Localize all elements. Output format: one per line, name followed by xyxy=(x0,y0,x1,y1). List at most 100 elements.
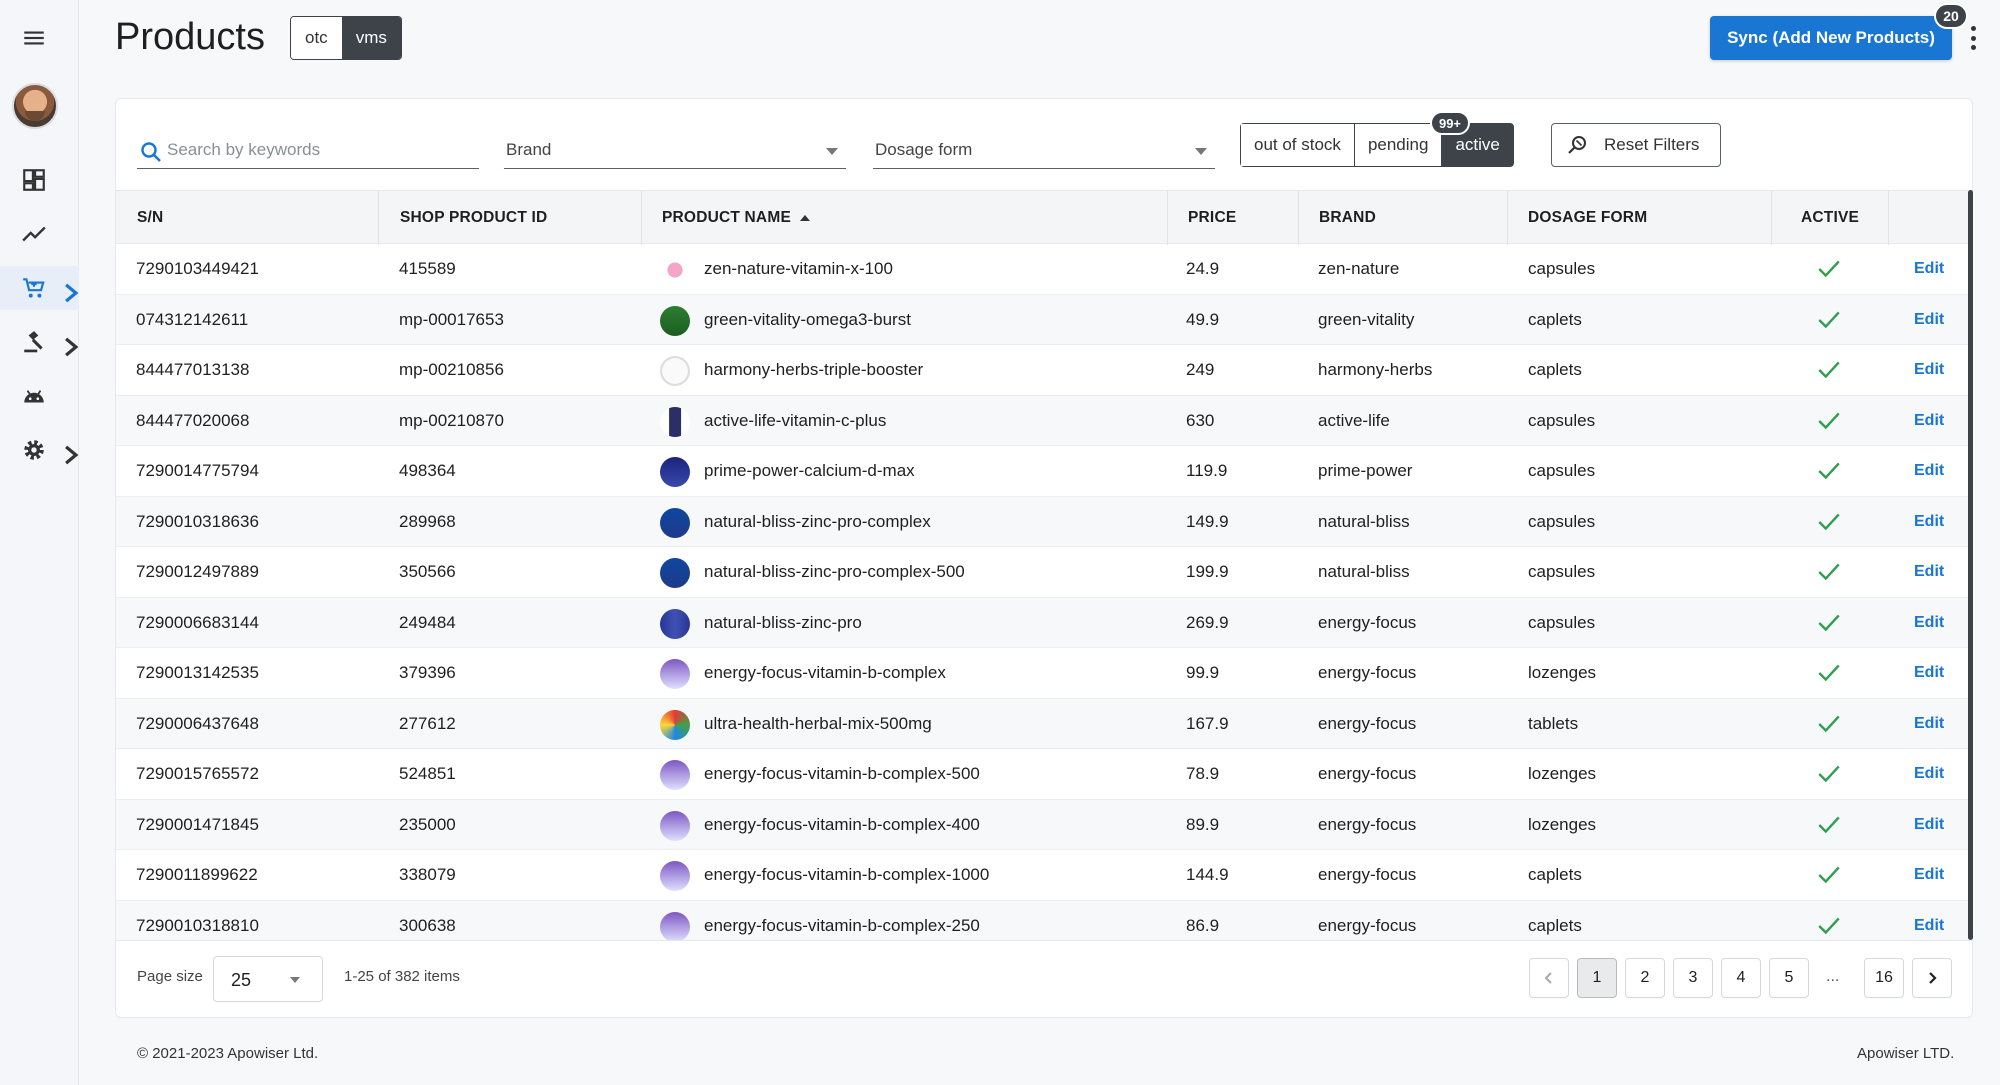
product-thumbnail xyxy=(660,507,690,538)
cell-sn: 7290014775794 xyxy=(136,461,259,480)
more-options-icon[interactable] xyxy=(1962,24,1984,52)
status-out-of-stock[interactable]: out of stock xyxy=(1241,124,1355,166)
table-scrollbar[interactable] xyxy=(1968,190,1973,940)
product-thumbnail xyxy=(660,356,690,386)
sidebar-item-android[interactable] xyxy=(0,374,79,418)
sidebar-item-analytics[interactable] xyxy=(0,212,79,256)
sync-button[interactable]: Sync (Add New Products) xyxy=(1710,16,1952,60)
brand-select[interactable]: Brand xyxy=(504,136,846,169)
table-row[interactable]: 7290015765572 524851 energy-focus-vitamin-… xyxy=(116,749,1968,800)
edit-link[interactable]: Edit xyxy=(1914,244,1944,294)
table-row[interactable]: 7290103449421 415589 zen-nature-vitamin-x-… xyxy=(116,244,1968,295)
cell-brand: prime-power xyxy=(1318,461,1413,480)
cell-brand: zen-nature xyxy=(1318,259,1400,278)
column-shop-product-id[interactable]: SHOP PRODUCT ID xyxy=(400,191,547,245)
sidebar-item-products[interactable] xyxy=(0,266,79,310)
active-check-icon xyxy=(1816,850,1842,900)
cell-dosage-form: caplets xyxy=(1528,865,1582,884)
prev-page-button[interactable] xyxy=(1529,958,1569,998)
page-5-button[interactable]: 5 xyxy=(1769,958,1809,998)
edit-link[interactable]: Edit xyxy=(1914,295,1944,345)
reset-filters-label: Reset Filters xyxy=(1604,135,1700,154)
cell-sn: 7290010318810 xyxy=(136,915,259,935)
edit-link[interactable]: Edit xyxy=(1914,699,1944,749)
column-active[interactable]: ACTIVE xyxy=(1801,191,1859,245)
table-row[interactable]: 7290010318810 300638 energy-focus-vitamin-… xyxy=(116,900,1968,941)
active-check-icon xyxy=(1816,244,1842,294)
edit-link[interactable]: Edit xyxy=(1914,648,1944,698)
cell-shop-product-id: 524851 xyxy=(399,764,456,783)
table-row[interactable]: 7290001471845 235000 energy-focus-vitamin-… xyxy=(116,799,1968,850)
table-row[interactable]: 7290006437648 277612 ultra-health-herbal-m… xyxy=(116,698,1968,749)
cell-product-name: energy-focus-vitamin-b-complex xyxy=(704,663,946,682)
table-header: S/N SHOP PRODUCT ID PRODUCT NAME PRICE B… xyxy=(116,190,1968,245)
table-row[interactable]: 7290012497889 350566 natural-bliss-zinc-pr… xyxy=(116,547,1968,598)
table-row[interactable]: 074312142611 mp-00017653 green-vitality-om… xyxy=(116,294,1968,345)
edit-link[interactable]: Edit xyxy=(1914,547,1944,597)
sidebar-item-rules[interactable] xyxy=(0,320,79,364)
status-pending[interactable]: pending xyxy=(1354,124,1443,166)
edit-link[interactable]: Edit xyxy=(1914,598,1944,648)
page-size-select[interactable]: 25 xyxy=(213,956,323,1002)
page-4-button[interactable]: 4 xyxy=(1721,958,1761,998)
avatar[interactable] xyxy=(12,83,58,129)
sidebar-item-settings[interactable] xyxy=(0,428,79,472)
catalog-toggle: otc vms xyxy=(290,16,402,60)
pending-count-badge: 99+ xyxy=(1430,111,1470,135)
page-2-button[interactable]: 2 xyxy=(1625,958,1665,998)
column-dosage-form[interactable]: DOSAGE FORM xyxy=(1528,191,1647,245)
cell-product-name: active-life-vitamin-c-plus xyxy=(704,410,887,430)
segment-vms[interactable]: vms xyxy=(341,17,401,59)
page-3-button[interactable]: 3 xyxy=(1673,958,1713,998)
page-size-label: Page size xyxy=(137,968,203,985)
chevron-right-icon xyxy=(65,445,79,465)
edit-link[interactable]: Edit xyxy=(1914,901,1944,941)
column-brand[interactable]: BRAND xyxy=(1319,191,1376,245)
cell-price: 269.9 xyxy=(1186,612,1229,632)
cell-shop-product-id: mp-00210856 xyxy=(399,360,504,379)
cell-sn: 7290006683144 xyxy=(136,612,259,632)
table-row[interactable]: 7290014775794 498364 prime-power-calcium-d… xyxy=(116,446,1968,497)
page-1-button[interactable]: 1 xyxy=(1577,958,1617,998)
table-row[interactable]: 7290013142535 379396 energy-focus-vitamin-… xyxy=(116,648,1968,699)
product-thumbnail xyxy=(660,305,690,336)
table-row[interactable]: 844477013138 mp-00210856 harmony-herbs-tri… xyxy=(116,345,1968,396)
active-check-icon xyxy=(1816,598,1842,648)
page-16-button[interactable]: 16 xyxy=(1864,958,1904,998)
search-input[interactable]: Search by keywords xyxy=(137,136,479,169)
cell-brand: energy-focus xyxy=(1318,612,1417,632)
cell-shop-product-id: mp-00210870 xyxy=(399,410,504,430)
cell-shop-product-id: 300638 xyxy=(399,915,456,935)
sidebar-item-dashboard[interactable] xyxy=(0,158,79,202)
column-product-name[interactable]: PRODUCT NAME xyxy=(662,191,810,245)
edit-link[interactable]: Edit xyxy=(1914,749,1944,799)
dosage-form-select[interactable]: Dosage form xyxy=(873,136,1215,169)
cell-shop-product-id: 249484 xyxy=(399,612,456,632)
table-row[interactable]: 7290011899622 338079 energy-focus-vitamin-… xyxy=(116,850,1968,901)
cell-price: 249 xyxy=(1186,360,1215,379)
table-row[interactable]: 7290010318636 289968 natural-bliss-zinc-pr… xyxy=(116,496,1968,547)
table-row[interactable]: 7290006683144 249484 natural-bliss-zinc-pr… xyxy=(116,597,1968,648)
edit-link[interactable]: Edit xyxy=(1914,446,1944,496)
edit-link[interactable]: Edit xyxy=(1914,345,1944,395)
cell-price: 149.9 xyxy=(1186,511,1229,531)
edit-link[interactable]: Edit xyxy=(1914,800,1944,850)
active-check-icon xyxy=(1816,295,1842,345)
column-sn[interactable]: S/N xyxy=(137,191,163,245)
next-page-button[interactable] xyxy=(1912,958,1952,998)
cell-product-name: energy-focus-vitamin-b-complex-500 xyxy=(704,764,980,783)
chevron-right-icon xyxy=(65,283,79,303)
menu-button[interactable] xyxy=(0,16,79,60)
reset-filters-button[interactable]: Reset Filters xyxy=(1551,123,1721,167)
cell-dosage-form: capsules xyxy=(1528,511,1596,531)
column-price[interactable]: PRICE xyxy=(1188,191,1236,245)
edit-link[interactable]: Edit xyxy=(1914,396,1944,446)
segment-otc[interactable]: otc xyxy=(291,17,342,59)
table-row[interactable]: 844477020068 mp-00210870 active-life-vitam… xyxy=(116,395,1968,446)
items-range: 1-25 of 382 items xyxy=(344,968,460,985)
cell-dosage-form: capsules xyxy=(1528,612,1596,632)
chevron-left-icon xyxy=(1544,972,1552,984)
edit-link[interactable]: Edit xyxy=(1914,850,1944,900)
edit-link[interactable]: Edit xyxy=(1914,497,1944,547)
cell-shop-product-id: 415589 xyxy=(399,259,456,278)
